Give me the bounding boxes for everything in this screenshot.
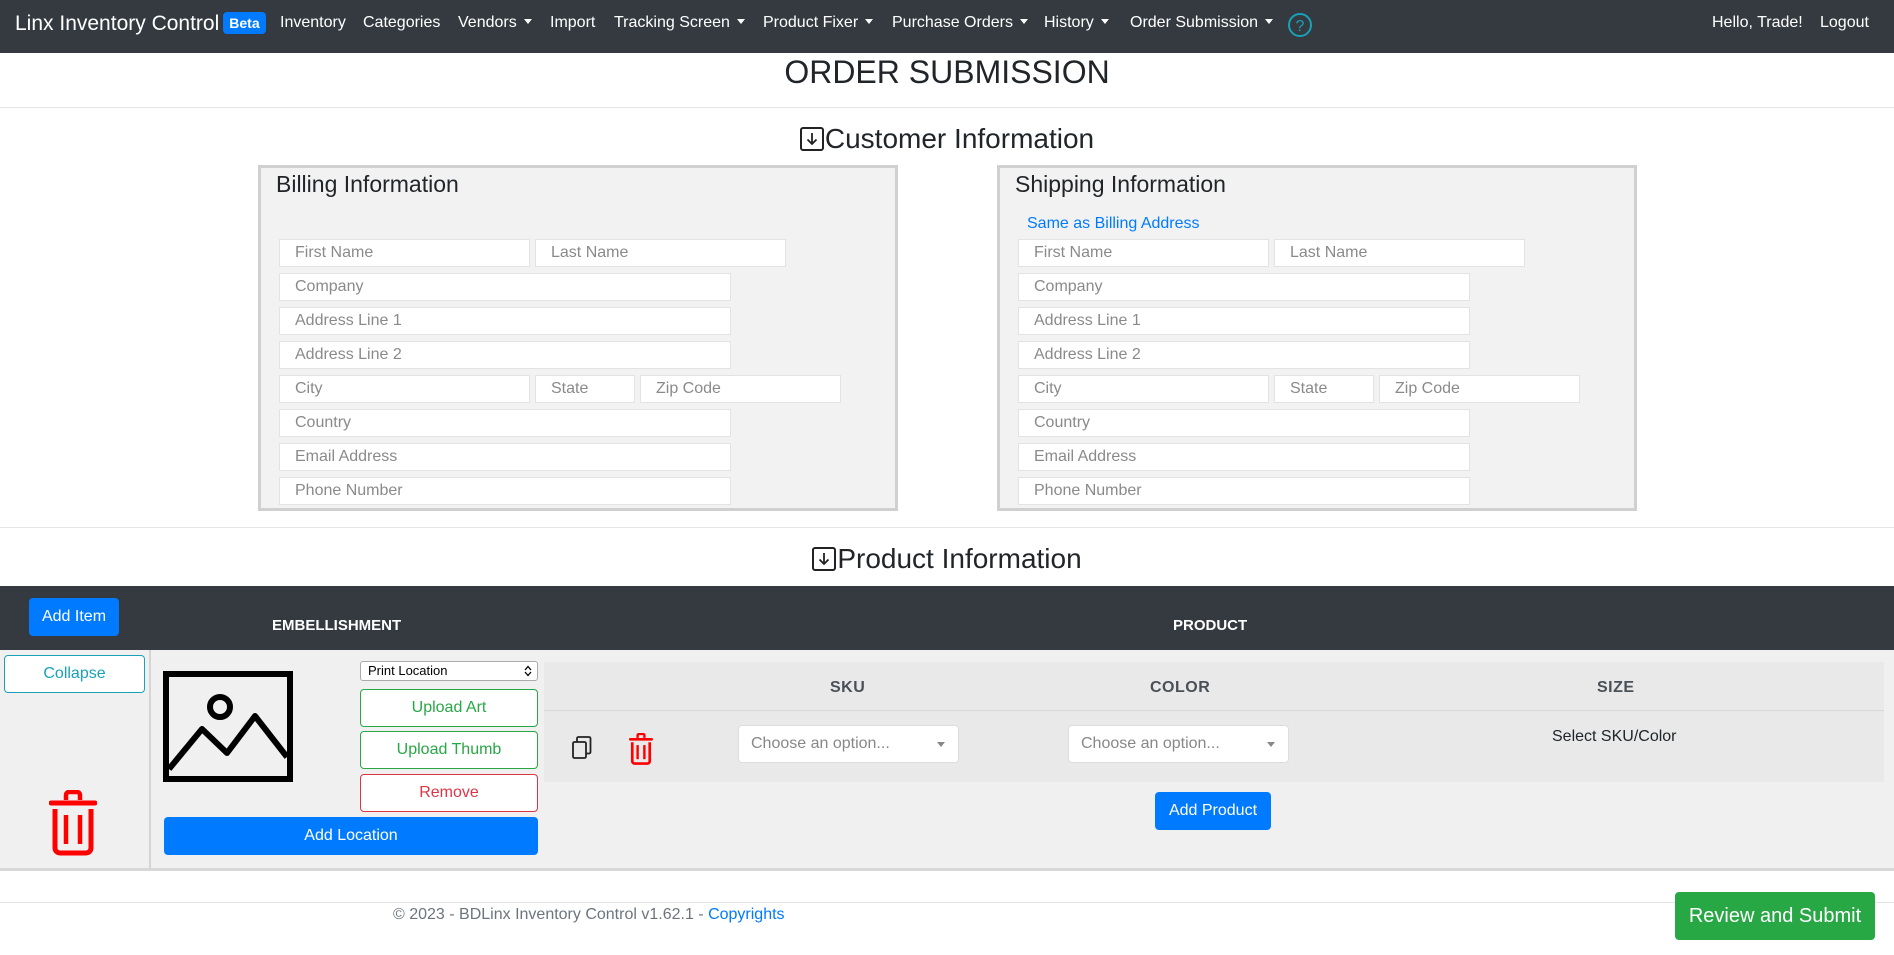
size-column-header: SIZE (1597, 679, 1635, 696)
billing-address2-field[interactable]: Address Line 2 (279, 341, 731, 369)
nav-purchase-orders[interactable]: Purchase Orders (892, 14, 1028, 32)
upload-art-button[interactable]: Upload Art (360, 689, 538, 727)
billing-state-field[interactable]: State (535, 375, 635, 403)
shipping-zip-field[interactable]: Zip Code (1379, 375, 1580, 403)
logout-link[interactable]: Logout (1820, 14, 1869, 32)
beta-badge: Beta (223, 12, 266, 34)
shipping-title: Shipping Information (1015, 171, 1226, 197)
collapse-button[interactable]: Collapse (4, 655, 145, 693)
caret-down-icon (865, 19, 874, 24)
nav-import[interactable]: Import (550, 14, 595, 32)
dropdown-arrow-icon (937, 742, 945, 747)
shipping-phone-field[interactable]: Phone Number (1018, 477, 1470, 505)
brand-name[interactable]: Linx Inventory Control (15, 12, 219, 35)
expand-arrow-icon[interactable] (812, 547, 837, 571)
shipping-email-field[interactable]: Email Address (1018, 443, 1470, 471)
product-table (544, 662, 1884, 782)
image-placeholder-icon (163, 671, 293, 782)
caret-down-icon (1019, 19, 1028, 24)
billing-company-field[interactable]: Company (279, 273, 731, 301)
billing-title: Billing Information (276, 171, 459, 197)
divider (0, 527, 1894, 528)
add-product-button[interactable]: Add Product (1155, 792, 1271, 830)
product-column-header: PRODUCT (1173, 617, 1248, 634)
same-as-billing-link[interactable]: Same as Billing Address (1027, 215, 1200, 233)
billing-email-field[interactable]: Email Address (279, 443, 731, 471)
greeting[interactable]: Hello, Trade! (1712, 14, 1803, 32)
upload-thumb-button[interactable]: Upload Thumb (360, 731, 538, 769)
caret-down-icon (736, 19, 745, 24)
shipping-address1-field[interactable]: Address Line 1 (1018, 307, 1470, 335)
nav-product-fixer[interactable]: Product Fixer (763, 14, 874, 32)
billing-zip-field[interactable]: Zip Code (640, 375, 841, 403)
shipping-state-field[interactable]: State (1274, 375, 1374, 403)
print-location-select[interactable]: Print Location (360, 661, 538, 681)
product-section-title: Product Information (837, 543, 1082, 574)
size-placeholder-text: Select SKU/Color (1552, 728, 1677, 745)
copy-icon[interactable] (572, 736, 592, 760)
copyrights-link[interactable]: Copyrights (708, 906, 784, 923)
product-section-header[interactable]: Product Information (0, 543, 1894, 575)
trash-icon[interactable] (49, 790, 97, 856)
billing-last-name-field[interactable]: Last Name (535, 239, 786, 267)
billing-country-field[interactable]: Country (279, 409, 731, 437)
color-select[interactable]: Choose an option... (1068, 725, 1289, 763)
add-location-button[interactable]: Add Location (164, 817, 538, 855)
sku-column-header: SKU (830, 679, 866, 696)
delete-row-trash-icon[interactable] (629, 733, 653, 765)
shipping-address2-field[interactable]: Address Line 2 (1018, 341, 1470, 369)
brand[interactable]: Linx Inventory Control Beta (15, 12, 266, 36)
billing-city-field[interactable]: City (279, 375, 530, 403)
embellishment-column-header: EMBELLISHMENT (272, 617, 402, 634)
billing-first-name-field[interactable]: First Name (279, 239, 530, 267)
select-arrows-icon (524, 665, 532, 677)
shipping-information-panel: Shipping Information Same as Billing Add… (997, 165, 1637, 511)
expand-arrow-icon[interactable] (799, 127, 824, 151)
divider (0, 107, 1894, 108)
add-item-button[interactable]: Add Item (29, 598, 119, 636)
footer-divider (0, 902, 1894, 903)
billing-information-panel: Billing Information First Name Last Name… (258, 165, 898, 511)
customer-section-header[interactable]: Customer Information (0, 123, 1894, 155)
shipping-company-field[interactable]: Company (1018, 273, 1470, 301)
sku-select[interactable]: Choose an option... (738, 725, 959, 763)
nav-order-submission[interactable]: Order Submission (1130, 14, 1274, 32)
review-and-submit-button[interactable]: Review and Submit (1675, 892, 1875, 940)
billing-phone-field[interactable]: Phone Number (279, 477, 731, 505)
help-icon[interactable]: ? (1288, 13, 1312, 37)
section-bottom-border (0, 868, 1894, 871)
caret-down-icon (1100, 19, 1109, 24)
shipping-country-field[interactable]: Country (1018, 409, 1470, 437)
top-navbar: Linx Inventory Control Beta Inventory Cat… (0, 0, 1894, 53)
caret-down-icon (1265, 19, 1274, 24)
shipping-last-name-field[interactable]: Last Name (1274, 239, 1525, 267)
nav-vendors[interactable]: Vendors (458, 14, 532, 32)
remove-button[interactable]: Remove (360, 774, 538, 812)
row-divider (544, 710, 1884, 711)
nav-history[interactable]: History (1044, 14, 1109, 32)
dropdown-arrow-icon (1267, 742, 1275, 747)
nav-inventory[interactable]: Inventory (280, 14, 346, 32)
nav-tracking-screen[interactable]: Tracking Screen (614, 14, 745, 32)
shipping-city-field[interactable]: City (1018, 375, 1269, 403)
caret-down-icon (523, 19, 532, 24)
billing-address1-field[interactable]: Address Line 1 (279, 307, 731, 335)
nav-categories[interactable]: Categories (363, 14, 440, 32)
shipping-first-name-field[interactable]: First Name (1018, 239, 1269, 267)
footer-text: © 2023 - BDLinx Inventory Control v1.62.… (393, 906, 785, 923)
customer-section-title: Customer Information (824, 123, 1095, 154)
color-column-header: COLOR (1150, 679, 1211, 696)
page-title: ORDER SUBMISSION (784, 54, 1110, 90)
